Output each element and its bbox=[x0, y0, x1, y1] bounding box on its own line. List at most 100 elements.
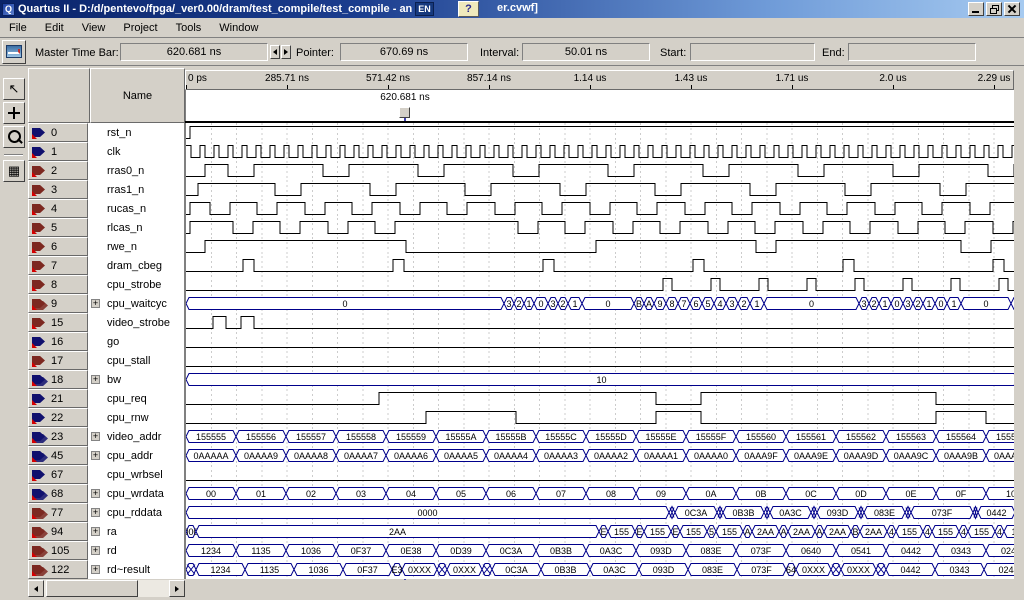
wave-row-dram_cbeg[interactable] bbox=[186, 256, 1014, 275]
signal-row-cpu_req[interactable]: 21 cpu_req bbox=[28, 389, 184, 408]
wave-row-rras1_n[interactable] bbox=[186, 180, 1014, 199]
waveform-go[interactable] bbox=[186, 332, 1015, 351]
signal-row-cpu_stall[interactable]: 17cpu_stall bbox=[28, 351, 184, 370]
wave-row-cpu_addr[interactable]: 0AAAAA0AAAA90AAAA80AAAA70AAAA60AAAA50AAA… bbox=[186, 446, 1014, 465]
waveform-rras1_n[interactable] bbox=[186, 180, 1015, 199]
signal-name-label[interactable]: rras0_n bbox=[107, 165, 144, 177]
waveform-cpu_req[interactable] bbox=[186, 389, 1015, 408]
signal-row-rras1_n[interactable]: 3rras1_n bbox=[28, 180, 184, 199]
selection-tool-button[interactable]: ↖ bbox=[3, 78, 25, 100]
signal-index-button[interactable]: 94 bbox=[28, 522, 88, 541]
signal-row-video_addr[interactable]: 23+video_addr bbox=[28, 427, 184, 446]
signal-name-label[interactable]: go bbox=[107, 336, 119, 348]
signal-row-bw[interactable]: 18+bw bbox=[28, 370, 184, 389]
wave-row-rd[interactable]: 1234113510360F370E380D390C3A0B3B0A3C093D… bbox=[186, 541, 1014, 560]
waveform-video_strobe[interactable] bbox=[186, 313, 1015, 332]
wave-row-rwe_n[interactable] bbox=[186, 237, 1014, 256]
signal-row-rd~result[interactable]: 122+ rd~result bbox=[28, 560, 184, 579]
signal-row-dram_cbeg[interactable]: 7dram_cbeg bbox=[28, 256, 184, 275]
signal-index-button[interactable]: 16 bbox=[28, 332, 88, 351]
signal-index-button[interactable]: 8 bbox=[28, 275, 88, 294]
expand-group-button[interactable]: + bbox=[91, 508, 100, 517]
signal-row-cpu_rddata[interactable]: 77+cpu_rddata bbox=[28, 503, 184, 522]
menu-tools[interactable]: Tools bbox=[167, 20, 211, 36]
wave-row-rd~result[interactable]: 1234113510360F37E30XXX0XXX0C3A0B3B0A3C09… bbox=[186, 560, 1014, 579]
signal-row-rd[interactable]: 105+ rd bbox=[28, 541, 184, 560]
wave-row-cpu_req[interactable] bbox=[186, 389, 1014, 408]
wave-row-video_strobe[interactable] bbox=[186, 313, 1014, 332]
expand-group-button[interactable]: + bbox=[91, 375, 100, 384]
signal-name-label[interactable]: cpu_addr bbox=[107, 450, 153, 462]
signal-index-button[interactable]: 5 bbox=[28, 218, 88, 237]
waveform-cpu_wrdata[interactable]: 000102030405060708090A0B0C0D0E0F10 bbox=[186, 484, 1015, 503]
scrollbar-thumb[interactable] bbox=[46, 580, 138, 597]
waveform-rlcas_n[interactable] bbox=[186, 218, 1015, 237]
wave-row-cpu_strobe[interactable] bbox=[186, 275, 1014, 294]
start-field[interactable] bbox=[690, 43, 815, 61]
scroll-right-button[interactable] bbox=[169, 580, 185, 597]
signal-index-button[interactable]: 67 bbox=[28, 465, 88, 484]
master-time-bar-field[interactable]: 620.681 ns bbox=[120, 43, 268, 61]
wave-row-go[interactable] bbox=[186, 332, 1014, 351]
signal-name-label[interactable]: clk bbox=[107, 146, 120, 158]
wave-row-rlcas_n[interactable] bbox=[186, 218, 1014, 237]
signal-index-button[interactable]: 3 bbox=[28, 180, 88, 199]
signal-row-cpu_wrdata[interactable]: 68+cpu_wrdata bbox=[28, 484, 184, 503]
waveform-cpu_waitcyc[interactable]: 032103210BA987654321032103210101 bbox=[186, 294, 1015, 313]
signal-name-label[interactable]: video_strobe bbox=[107, 317, 170, 329]
expand-group-button[interactable]: + bbox=[91, 527, 100, 536]
signal-name-label[interactable]: video_addr bbox=[107, 431, 161, 443]
time-ruler[interactable]: 0 ps285.71 ns571.42 ns857.14 ns1.14 us1.… bbox=[185, 70, 1014, 90]
waveform-ra[interactable]: 0002AAE155E155E1555155A2AAA2AAA2AAB2AA41… bbox=[186, 522, 1015, 541]
close-button[interactable] bbox=[1004, 2, 1020, 16]
signal-index-button[interactable]: 122 bbox=[28, 560, 88, 579]
signal-index-button[interactable]: 2 bbox=[28, 161, 88, 180]
signal-index-button[interactable]: 15 bbox=[28, 313, 88, 332]
expand-group-button[interactable]: + bbox=[91, 299, 100, 308]
time-step-back-button[interactable] bbox=[270, 45, 280, 59]
waveform-cpu_stall[interactable] bbox=[186, 351, 1015, 370]
signal-row-rst_n[interactable]: 0rst_n bbox=[28, 123, 184, 142]
expand-group-button[interactable]: + bbox=[91, 546, 100, 555]
signal-index-button[interactable]: 23 bbox=[28, 427, 88, 446]
signal-row-rras0_n[interactable]: 2 rras0_n bbox=[28, 161, 184, 180]
scroll-left-button[interactable] bbox=[28, 580, 44, 597]
waveform-rd[interactable]: 1234113510360F370E380D390C3A0B3B0A3C093D… bbox=[186, 541, 1015, 560]
wave-row-cpu_rnw[interactable] bbox=[186, 408, 1014, 427]
signal-index-button[interactable]: 22 bbox=[28, 408, 88, 427]
signal-index-button[interactable]: 18 bbox=[28, 370, 88, 389]
signal-index-button[interactable]: 105 bbox=[28, 541, 88, 560]
wave-row-cpu_stall[interactable] bbox=[186, 351, 1014, 370]
signal-name-label[interactable]: rd~result bbox=[107, 564, 150, 576]
wave-row-bw[interactable]: 10 bbox=[186, 370, 1014, 389]
waveform-video_addr[interactable]: 15555515555615555715555815555915555A1555… bbox=[186, 427, 1015, 446]
wave-row-cpu_rddata[interactable]: 00000C3A0B3B0A3C093D083E073F0442 bbox=[186, 503, 1014, 522]
signal-name-label[interactable]: rd bbox=[107, 545, 117, 557]
signal-row-cpu_strobe[interactable]: 8cpu_strobe bbox=[28, 275, 184, 294]
signal-index-button[interactable]: 0 bbox=[28, 123, 88, 142]
zoom-tool-button[interactable] bbox=[3, 126, 25, 148]
wave-row-cpu_wrbsel[interactable] bbox=[186, 465, 1014, 484]
signal-name-label[interactable]: cpu_req bbox=[107, 393, 147, 405]
signal-row-rlcas_n[interactable]: 5rlcas_n bbox=[28, 218, 184, 237]
signal-row-cpu_wrbsel[interactable]: 67cpu_wrbsel bbox=[28, 465, 184, 484]
menu-edit[interactable]: Edit bbox=[36, 20, 73, 36]
signal-index-button[interactable]: 6 bbox=[28, 237, 88, 256]
signal-row-clk[interactable]: 1 clk bbox=[28, 142, 184, 161]
signal-index-button[interactable]: 1 bbox=[28, 142, 88, 161]
wave-row-cpu_wrdata[interactable]: 000102030405060708090A0B0C0D0E0F10 bbox=[186, 484, 1014, 503]
signal-name-label[interactable]: cpu_rnw bbox=[107, 412, 149, 424]
signal-index-button[interactable]: 45 bbox=[28, 446, 88, 465]
signal-index-button[interactable]: 21 bbox=[28, 389, 88, 408]
signal-name-label[interactable]: rucas_n bbox=[107, 203, 146, 215]
signal-name-label[interactable]: cpu_wrdata bbox=[107, 488, 164, 500]
signal-row-rucas_n[interactable]: 4rucas_n bbox=[28, 199, 184, 218]
restore-button[interactable] bbox=[986, 2, 1002, 16]
wave-row-rras0_n[interactable] bbox=[186, 161, 1014, 180]
menu-file[interactable]: File bbox=[0, 20, 36, 36]
signal-row-video_strobe[interactable]: 15 video_strobe bbox=[28, 313, 184, 332]
signal-index-button[interactable]: 9 bbox=[28, 294, 88, 313]
waveform-bw[interactable]: 10 bbox=[186, 370, 1015, 389]
help-button[interactable]: ? bbox=[458, 1, 479, 17]
expand-group-button[interactable]: + bbox=[91, 565, 100, 574]
